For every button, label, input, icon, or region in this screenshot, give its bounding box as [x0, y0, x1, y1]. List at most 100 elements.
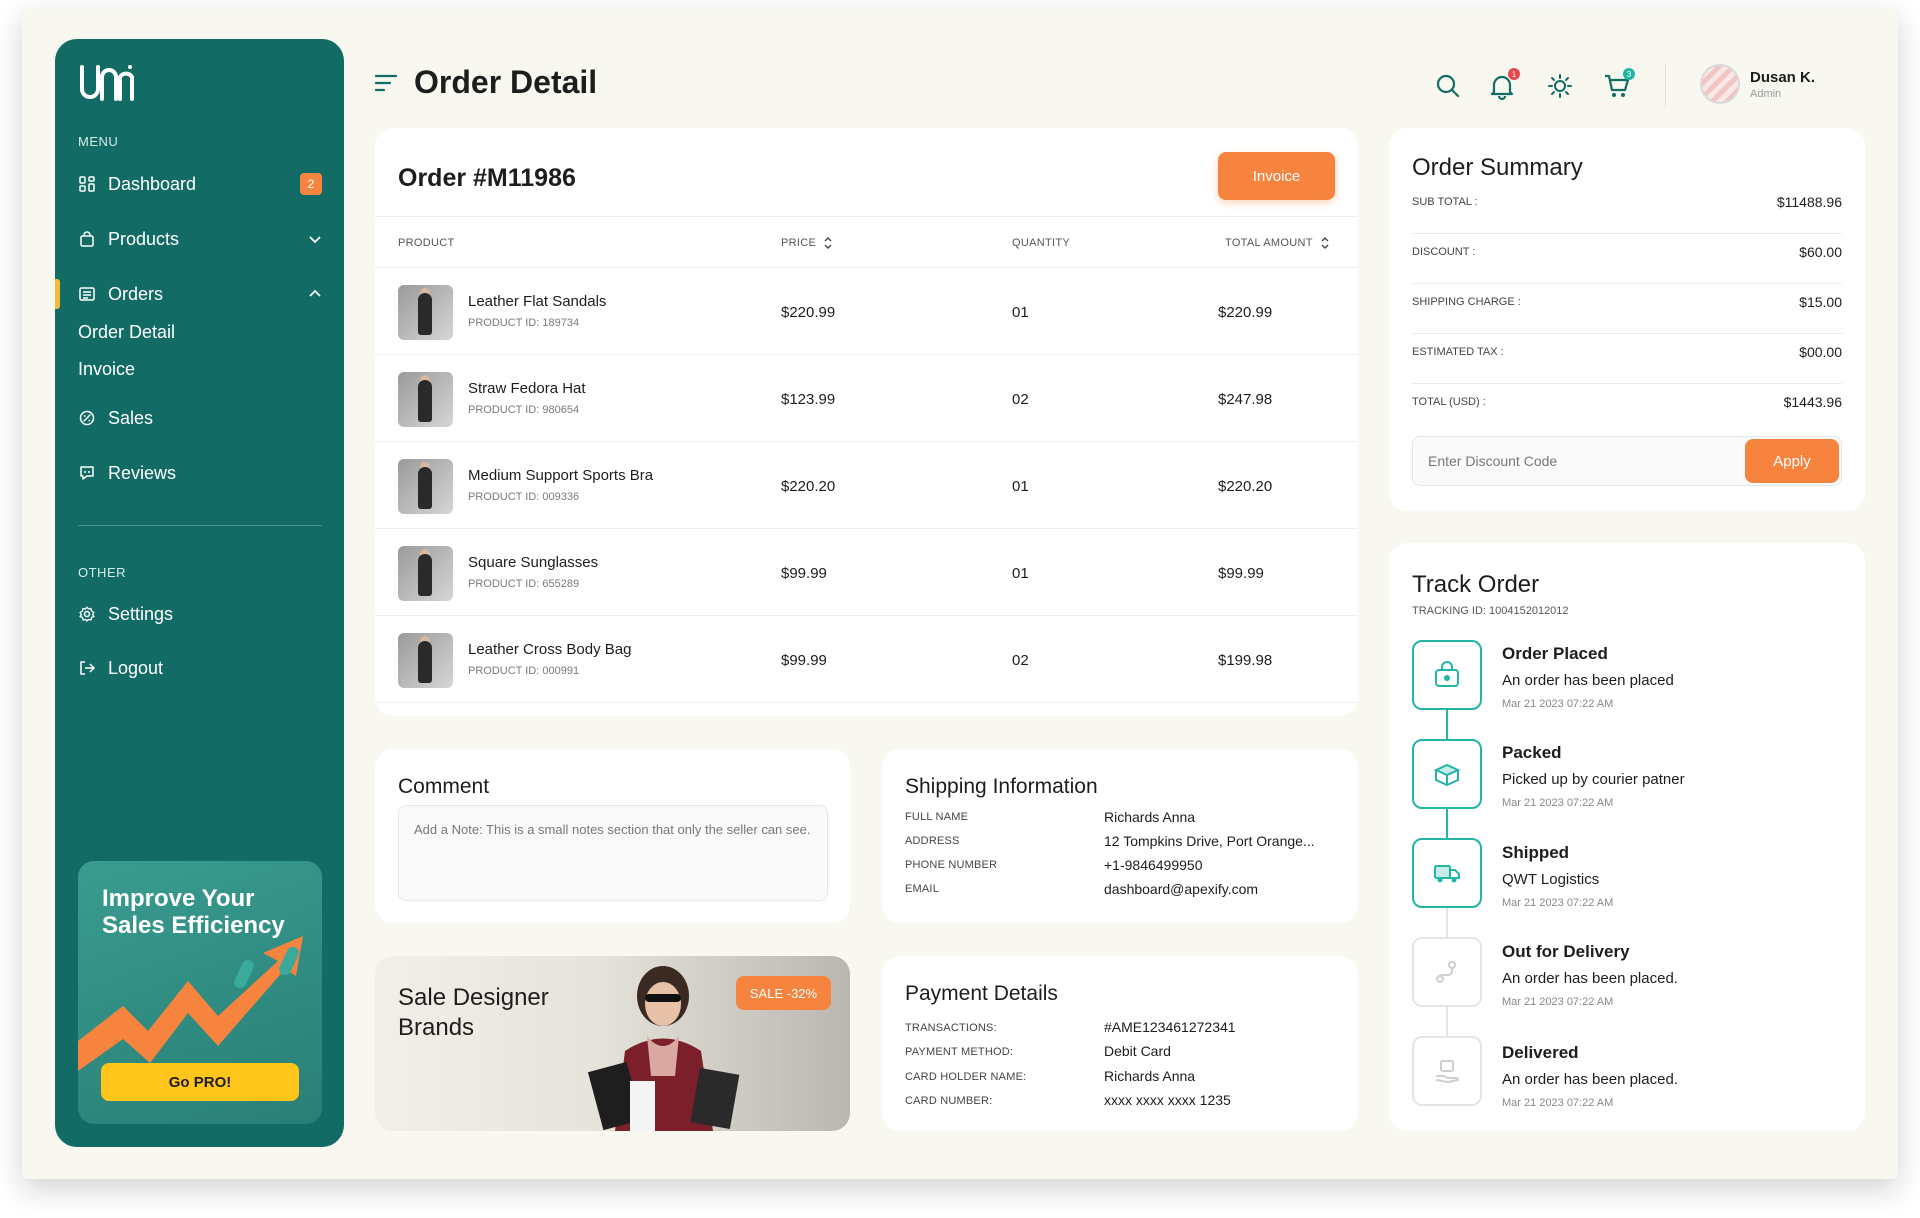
header-divider	[1665, 64, 1666, 108]
go-pro-button[interactable]: Go PRO!	[101, 1063, 299, 1101]
field-label: FULL NAME	[905, 811, 969, 823]
step-status: Order Placed	[1502, 644, 1608, 663]
summary-label: ESTIMATED TAX :	[1412, 346, 1504, 358]
shopping-model-image	[587, 966, 740, 1131]
sidebar-item-label: Dashboard	[108, 173, 197, 194]
notification-count-badge: 1	[1508, 68, 1520, 80]
sidebar-item-label: Settings	[108, 603, 174, 624]
product-quantity: 01	[1012, 565, 1029, 582]
column-header-total[interactable]: TOTAL AMOUNT	[1225, 237, 1329, 249]
invoice-button[interactable]: Invoice	[1218, 152, 1335, 200]
sidebar-subitem-invoice[interactable]: Invoice	[78, 359, 135, 380]
product-price: $99.99	[781, 652, 827, 669]
product-total: $220.20	[1218, 478, 1273, 495]
product-thumbnail	[398, 372, 453, 427]
sort-icon[interactable]	[824, 237, 832, 249]
order-number: Order #M11986	[398, 164, 576, 192]
apply-discount-button[interactable]: Apply	[1745, 439, 1839, 483]
sidebar-item-products[interactable]: Products	[78, 224, 322, 254]
product-quantity: 02	[1012, 652, 1029, 669]
chevron-up-icon[interactable]	[308, 287, 322, 301]
table-row[interactable]: Medium Support Sports Bra PRODUCT ID: 00…	[375, 442, 1358, 529]
menu-toggle-icon[interactable]	[375, 74, 397, 92]
page-title: Order Detail	[414, 64, 598, 100]
column-header-price[interactable]: PRICE	[781, 237, 832, 249]
delivered-icon	[1412, 1036, 1482, 1106]
table-row[interactable]: Straw Fedora Hat PRODUCT ID: 980654 $123…	[375, 355, 1358, 442]
theme-toggle-icon[interactable]	[1546, 72, 1574, 100]
sidebar-item-reviews[interactable]: Reviews	[78, 458, 322, 488]
field-value: #AME123461272341	[1104, 1019, 1236, 1035]
avatar[interactable]	[1700, 64, 1740, 104]
comment-title: Comment	[398, 775, 490, 798]
chevron-down-icon[interactable]	[308, 232, 322, 246]
sidebar-item-logout[interactable]: Logout	[78, 653, 322, 683]
sale-banner[interactable]: Sale Designer Brands SALE -32%	[375, 956, 850, 1131]
cart-count-badge: 3	[1623, 68, 1635, 80]
product-id: PRODUCT ID: 980654	[468, 404, 580, 416]
product-id: PRODUCT ID: 009336	[468, 491, 580, 503]
field-value: xxxx xxxx xxxx 1235	[1104, 1092, 1231, 1108]
timeline-connector	[1446, 809, 1448, 838]
bell-icon[interactable]: 1	[1488, 68, 1520, 101]
summary-value: $11488.96	[1776, 194, 1842, 210]
step-status: Shipped	[1502, 843, 1570, 862]
summary-label: SHIPPING CHARGE :	[1412, 296, 1521, 308]
summary-row-total: TOTAL (USD) : $1443.96	[1412, 384, 1842, 434]
summary-value: $60.00	[1799, 244, 1842, 260]
active-indicator	[55, 279, 60, 309]
notification-badge: 2	[300, 173, 322, 195]
field-label: PAYMENT METHOD:	[905, 1046, 1014, 1058]
sidebar-item-label: Reviews	[108, 462, 177, 483]
product-id: PRODUCT ID: 189734	[468, 317, 580, 329]
product-thumbnail	[398, 546, 453, 601]
table-row[interactable]: Square Sunglasses PRODUCT ID: 655289 $99…	[375, 529, 1358, 616]
user-name: Dusan K.	[1750, 69, 1816, 86]
sidebar-item-label: Orders	[108, 283, 164, 304]
table-row[interactable]: Leather Flat Sandals PRODUCT ID: 189734 …	[375, 268, 1358, 355]
step-description: An order has been placed	[1502, 672, 1674, 689]
summary-title: Order Summary	[1412, 154, 1583, 181]
field-label: EMAIL	[905, 883, 940, 895]
field-label: TRANSACTIONS:	[905, 1022, 997, 1034]
sort-icon[interactable]	[1321, 237, 1329, 249]
sidebar-item-settings[interactable]: Settings	[78, 599, 322, 629]
comment-textarea[interactable]: Add a Note: This is a small notes sectio…	[398, 805, 828, 901]
summary-value: $1443.96	[1783, 394, 1842, 410]
sidebar-item-label: Logout	[108, 657, 164, 678]
sidebar-subitem-order-detail[interactable]: Order Detail	[78, 322, 175, 343]
package-icon	[1412, 739, 1482, 809]
discount-code-input[interactable]	[1413, 437, 1743, 485]
sidebar-item-orders[interactable]: Orders	[78, 279, 322, 309]
step-status: Packed	[1502, 743, 1562, 762]
product-price: $123.99	[781, 391, 836, 408]
field-value: +1-9846499950	[1104, 857, 1203, 873]
field-value: Richards Anna	[1104, 809, 1196, 825]
cart-icon[interactable]: 3	[1603, 68, 1635, 100]
product-name: Leather Cross Body Bag	[468, 641, 632, 658]
summary-value: $00.00	[1799, 344, 1842, 360]
step-description: QWT Logistics	[1502, 871, 1600, 888]
sidebar-item-sales[interactable]: Sales	[78, 403, 322, 433]
summary-label: DISCOUNT :	[1412, 246, 1476, 258]
bag-icon	[78, 230, 96, 248]
product-total: $199.98	[1218, 652, 1273, 669]
step-time: Mar 21 2023 07:22 AM	[1502, 698, 1614, 710]
table-row[interactable]: Leather Cross Body Bag PRODUCT ID: 00099…	[375, 616, 1358, 703]
shipping-title: Shipping Information	[905, 775, 1098, 798]
product-quantity: 02	[1012, 391, 1029, 408]
product-thumbnail	[398, 633, 453, 688]
sidebar-item-dashboard[interactable]: Dashboard 2	[78, 169, 322, 199]
product-name: Square Sunglasses	[468, 554, 599, 571]
comment-card: Comment Add a Note: This is a small note…	[375, 749, 850, 923]
product-name: Medium Support Sports Bra	[468, 467, 654, 484]
step-status: Out for Delivery	[1502, 942, 1630, 961]
promo-card: Improve Your Sales Efficiency Go PRO!	[78, 861, 322, 1124]
sales-icon	[78, 409, 96, 427]
table-header: PRODUCT PRICE QUANTITY TOTAL AMOUNT	[375, 216, 1358, 268]
product-price: $99.99	[781, 565, 827, 582]
timeline-connector	[1446, 710, 1448, 739]
search-icon[interactable]	[1434, 72, 1462, 100]
truck-icon	[1412, 838, 1482, 908]
field-value: 12 Tompkins Drive, Port Orange...	[1104, 833, 1315, 849]
